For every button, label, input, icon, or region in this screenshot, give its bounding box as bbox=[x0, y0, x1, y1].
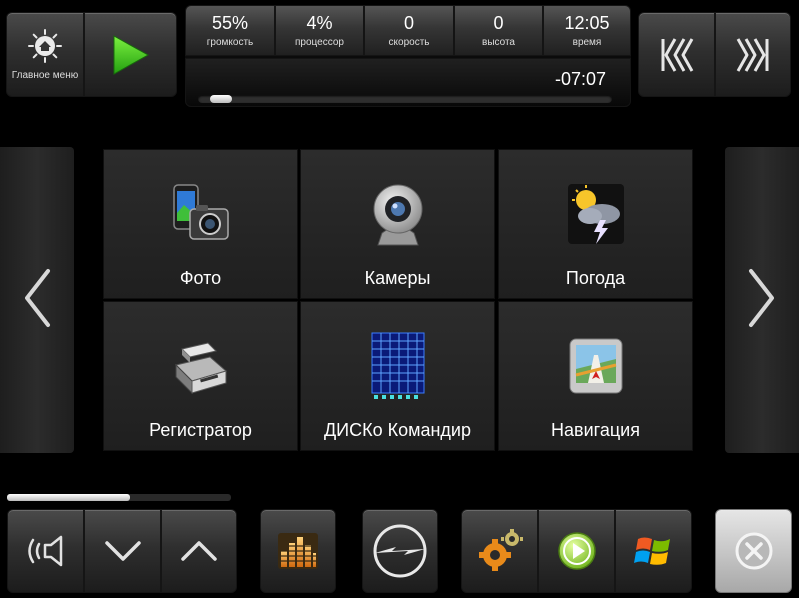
windows-logo-icon bbox=[633, 531, 674, 571]
photo-camera-icon bbox=[166, 180, 236, 248]
track-progress-slider[interactable] bbox=[198, 95, 612, 103]
file-commander-icon bbox=[363, 332, 433, 400]
volume-slider-fill bbox=[7, 494, 131, 501]
windows-button[interactable] bbox=[615, 509, 692, 593]
tile-cameras[interactable]: Камеры bbox=[300, 149, 495, 299]
equalizer-button[interactable] bbox=[260, 509, 336, 593]
tile-photo-label: Фото bbox=[179, 268, 222, 288]
tile-navigation-label: Навигация bbox=[551, 420, 640, 440]
time-value: 12:05 bbox=[564, 13, 610, 33]
tile-weather-label: Погода bbox=[565, 268, 626, 288]
mute-button[interactable] bbox=[7, 509, 84, 593]
rewind-icon bbox=[660, 37, 694, 73]
opel-logo-icon bbox=[372, 523, 428, 579]
chevron-down-icon bbox=[103, 538, 143, 564]
cpu-status: 4% процессор bbox=[275, 5, 364, 56]
time-label: время bbox=[572, 37, 602, 48]
speaker-icon bbox=[24, 532, 68, 570]
chevron-up-icon bbox=[179, 538, 219, 564]
volume-status: 55% громкость bbox=[185, 5, 275, 56]
play-circle-icon bbox=[557, 531, 597, 571]
close-button[interactable] bbox=[715, 509, 792, 593]
cpu-label: процессор bbox=[295, 37, 344, 48]
main-menu-button[interactable]: Главное меню bbox=[6, 12, 84, 97]
track-bar: -07:07 bbox=[185, 58, 631, 107]
chevron-right-icon bbox=[747, 267, 777, 334]
track-progress-knob[interactable] bbox=[209, 95, 232, 103]
tile-photo[interactable]: Фото bbox=[103, 149, 298, 299]
time-status: 12:05 время bbox=[543, 5, 631, 56]
time-remaining: -07:07 bbox=[554, 69, 606, 89]
close-icon bbox=[734, 531, 774, 571]
speed-value: 0 bbox=[403, 13, 414, 33]
main-menu-label: Главное меню bbox=[11, 70, 79, 81]
speed-label: скорость bbox=[388, 37, 430, 48]
volume-value: 55% bbox=[211, 13, 249, 33]
settings-button[interactable] bbox=[461, 509, 538, 593]
volume-up-button[interactable] bbox=[161, 509, 237, 593]
home-icon bbox=[27, 28, 63, 64]
speed-status: 0 скорость bbox=[364, 5, 454, 56]
volume-down-button[interactable] bbox=[84, 509, 161, 593]
dashcam-icon bbox=[166, 332, 236, 400]
tile-recorder[interactable]: Регистратор bbox=[103, 301, 298, 451]
cpu-value: 4% bbox=[306, 13, 333, 33]
webcam-icon bbox=[363, 180, 433, 248]
altitude-value: 0 bbox=[493, 13, 504, 33]
fast-forward-icon bbox=[736, 37, 770, 73]
tile-disk-commander[interactable]: ДИСКо Командир bbox=[300, 301, 495, 451]
volume-slider[interactable] bbox=[7, 494, 231, 501]
next-page-button[interactable] bbox=[725, 147, 799, 453]
gears-icon bbox=[477, 528, 523, 574]
gps-navigator-icon bbox=[561, 332, 631, 400]
play-button[interactable] bbox=[84, 12, 177, 97]
tile-recorder-label: Регистратор bbox=[149, 420, 252, 440]
tile-weather[interactable]: Погода bbox=[498, 149, 693, 299]
status-panel: 55% громкость 4% процессор 0 скорость 0 … bbox=[185, 5, 631, 107]
tile-cameras-label: Камеры bbox=[364, 268, 431, 288]
previous-page-button[interactable] bbox=[0, 147, 74, 453]
equalizer-icon bbox=[276, 531, 320, 571]
chevron-left-icon bbox=[22, 267, 52, 334]
media-player-button[interactable] bbox=[538, 509, 615, 593]
tile-navigation[interactable]: Навигация bbox=[498, 301, 693, 451]
volume-label: громкость bbox=[206, 37, 254, 48]
altitude-label: высота bbox=[482, 37, 515, 48]
next-track-button[interactable] bbox=[715, 12, 791, 97]
vehicle-info-button[interactable] bbox=[362, 509, 438, 593]
altitude-status: 0 высота bbox=[454, 5, 543, 56]
tile-disk-commander-label: ДИСКо Командир bbox=[323, 420, 471, 440]
weather-storm-icon bbox=[561, 180, 631, 248]
play-icon bbox=[111, 33, 151, 77]
previous-track-button[interactable] bbox=[638, 12, 715, 97]
